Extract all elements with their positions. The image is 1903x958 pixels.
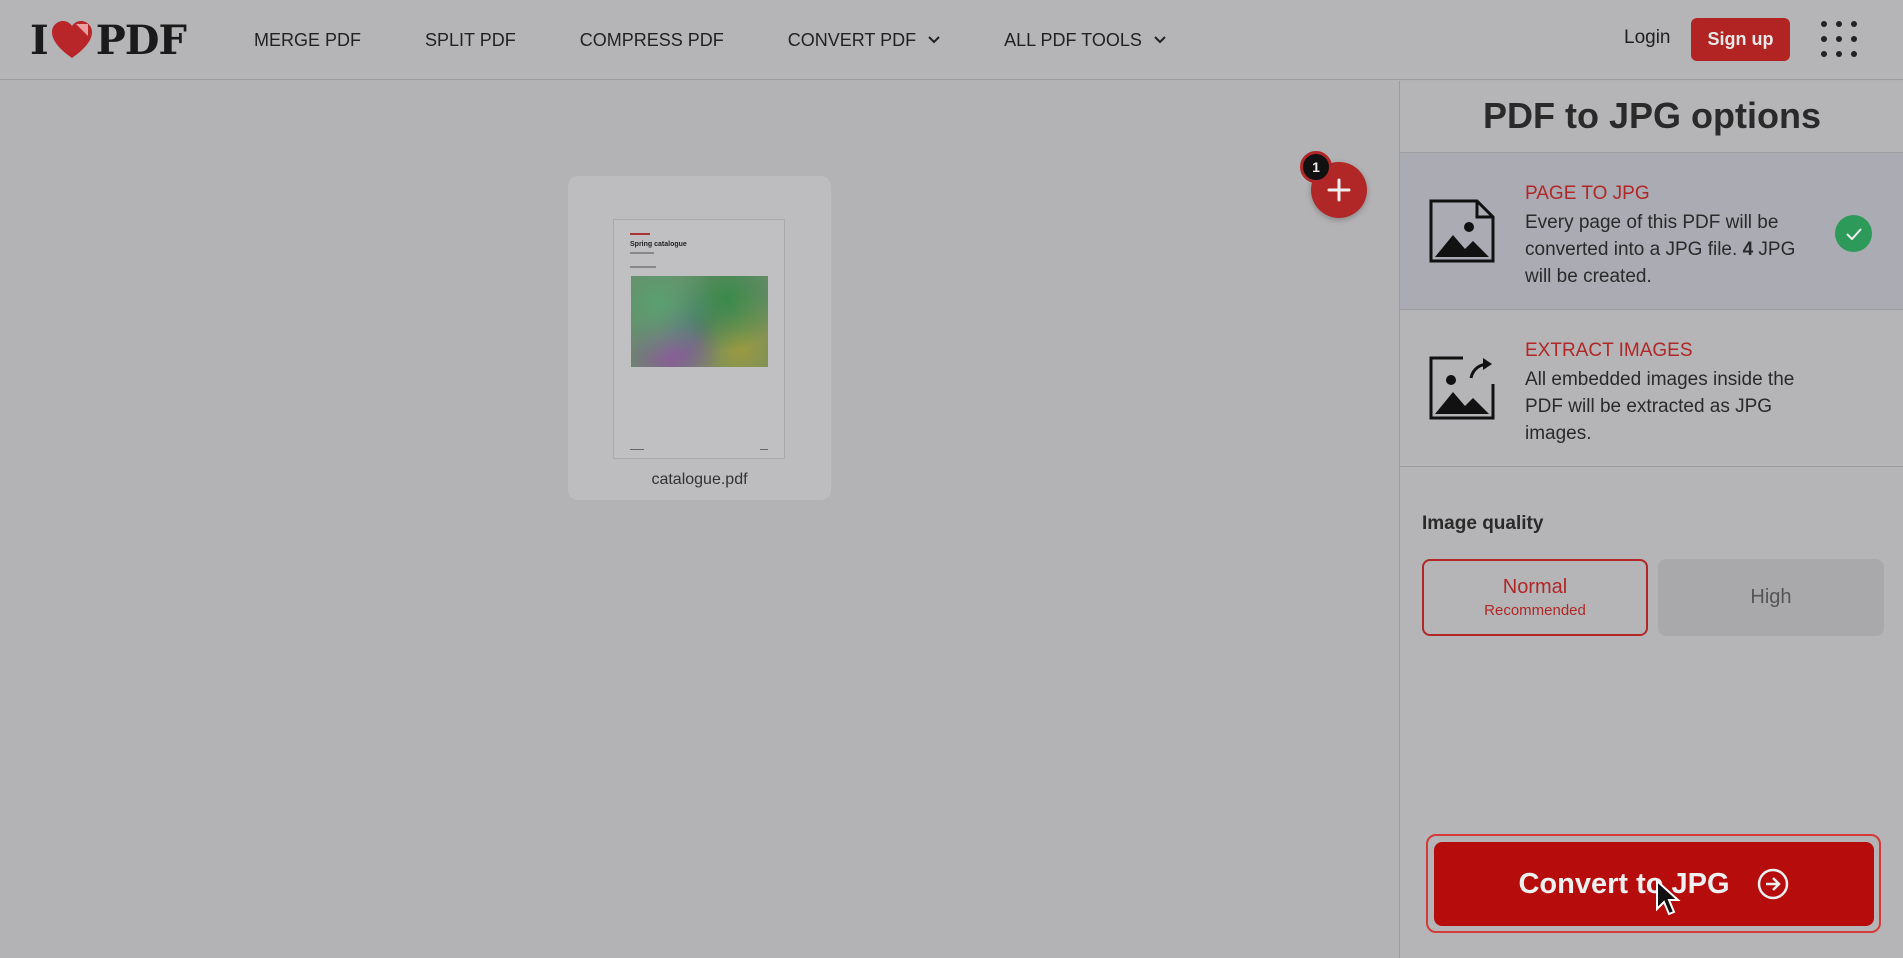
- nav-all-pdf-tools[interactable]: ALL PDF TOOLS: [1004, 30, 1166, 51]
- apps-grid-icon[interactable]: [1821, 21, 1857, 57]
- option-description: Every page of this PDF will be converted…: [1525, 212, 1796, 287]
- divider: [1400, 466, 1903, 467]
- thumbnail-image: [631, 276, 768, 367]
- convert-button-focus-ring: Convert to JPG: [1426, 834, 1881, 933]
- ilovepdf-logo[interactable]: I PDF: [30, 16, 187, 64]
- file-thumbnail: Spring catalogue: [613, 219, 785, 459]
- login-link[interactable]: Login: [1624, 27, 1671, 49]
- file-card[interactable]: Spring catalogue catalogue.pdf: [568, 176, 831, 500]
- quality-normal-sublabel: Recommended: [1484, 602, 1586, 619]
- quality-high-button[interactable]: High: [1658, 559, 1884, 636]
- option-extract-images[interactable]: EXTRACT IMAGES All embedded images insid…: [1400, 309, 1903, 466]
- plus-icon: [1327, 178, 1351, 202]
- mouse-cursor-icon: [1656, 879, 1681, 916]
- workspace: Spring catalogue catalogue.pdf 1: [0, 81, 1399, 958]
- heart-icon: [51, 21, 92, 58]
- file-name: catalogue.pdf: [651, 471, 748, 488]
- option-description: All embedded images inside the PDF will …: [1525, 369, 1795, 444]
- top-header: I PDF MERGE PDF SPLIT PDF COMPRESS PDF C…: [0, 0, 1903, 80]
- arrow-right-circle-icon: [1757, 868, 1788, 900]
- convert-to-jpg-button[interactable]: Convert to JPG: [1434, 842, 1874, 926]
- quality-normal-label: Normal: [1502, 576, 1568, 598]
- chevron-down-icon: [928, 36, 940, 44]
- nav-compress-pdf[interactable]: COMPRESS PDF: [580, 30, 724, 51]
- file-count-badge: 1: [1300, 151, 1332, 183]
- convert-label: Convert to JPG: [1518, 867, 1730, 900]
- quality-high-label: High: [1750, 586, 1792, 608]
- image-page-icon: [1429, 199, 1495, 263]
- nav-split-pdf[interactable]: SPLIT PDF: [425, 30, 516, 51]
- extract-image-icon: [1429, 356, 1495, 420]
- chevron-down-icon: [1154, 36, 1166, 44]
- option-title: PAGE TO JPG: [1525, 183, 1650, 204]
- thumbnail-title: Spring catalogue: [630, 241, 687, 248]
- image-quality-label: Image quality: [1422, 513, 1544, 534]
- signup-button[interactable]: Sign up: [1691, 18, 1790, 61]
- option-title: EXTRACT IMAGES: [1525, 340, 1693, 361]
- main-nav: MERGE PDF SPLIT PDF COMPRESS PDF CONVERT…: [254, 0, 1166, 80]
- quality-normal-button[interactable]: Normal Recommended: [1422, 559, 1648, 636]
- selected-check-icon: [1835, 215, 1872, 252]
- option-page-to-jpg[interactable]: PAGE TO JPG Every page of this PDF will …: [1400, 152, 1903, 309]
- nav-convert-pdf[interactable]: CONVERT PDF: [788, 30, 940, 51]
- sidebar-title: PDF to JPG options: [1483, 95, 1821, 136]
- logo-text-i: I: [30, 16, 49, 64]
- options-sidebar: PDF to JPG options PAGE TO JPG Every pag…: [1399, 81, 1903, 958]
- nav-merge-pdf[interactable]: MERGE PDF: [254, 30, 361, 51]
- logo-text-pdf: PDF: [95, 16, 187, 64]
